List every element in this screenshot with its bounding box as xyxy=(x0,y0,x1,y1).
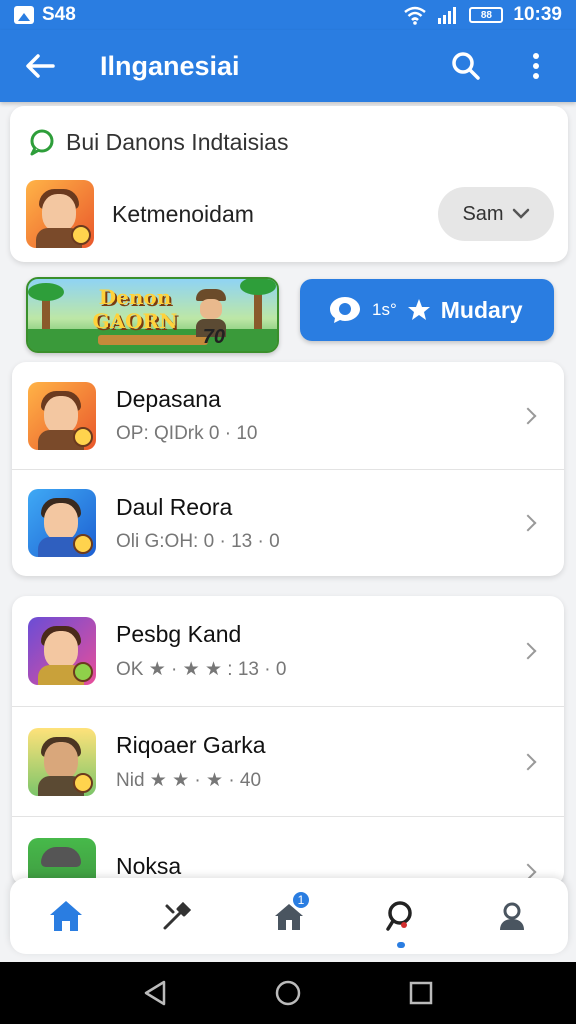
banner-title-line1: Denon xyxy=(98,285,172,309)
mudary-button[interactable]: 1s° Mudary xyxy=(300,279,554,341)
more-options-button[interactable] xyxy=(516,46,556,86)
list-item-subtitle: OP: QIDrk 0 · 10 xyxy=(116,423,258,444)
more-vert-icon xyxy=(533,53,539,79)
list-item-title: Pesbg Kand xyxy=(116,621,242,647)
list-item-subtitle: Oli G:OH: 0 · 13 · 0 xyxy=(116,530,280,552)
featured-header: Bui Danons Indtaisias xyxy=(28,128,288,156)
dropdown-pill[interactable]: Sam xyxy=(438,187,554,241)
magnifier-icon xyxy=(385,901,412,931)
chevron-right-icon xyxy=(519,514,537,532)
status-right: 88 10:39 xyxy=(403,4,562,26)
back-button[interactable] xyxy=(20,46,60,86)
chevron-right-icon xyxy=(519,753,537,770)
list-item-title: Noksa xyxy=(116,853,182,879)
avatar xyxy=(28,489,96,557)
cta-label: Mudary xyxy=(440,296,523,323)
person-icon xyxy=(500,902,525,930)
avatar xyxy=(28,727,96,796)
avatar xyxy=(28,617,96,685)
chevron-down-icon xyxy=(512,208,529,219)
featured-header-text: Bui Danons Indtaisias xyxy=(66,128,289,155)
game-banner[interactable]: Denon GAORN 70 xyxy=(26,277,279,353)
recents-square-icon[interactable] xyxy=(408,980,434,1006)
chevron-right-icon xyxy=(519,407,537,424)
featured-card: Bui Danons Indtaisias Ketmenoidam Sam xyxy=(10,106,568,262)
bottom-nav: 1 xyxy=(10,878,568,954)
search-icon xyxy=(452,52,480,80)
avatar xyxy=(26,180,94,248)
list-item-title: Depasana xyxy=(116,386,221,412)
back-triangle-icon[interactable] xyxy=(142,979,168,1007)
banner-number: 70 xyxy=(202,326,225,348)
home-circle-icon[interactable] xyxy=(273,978,303,1008)
app-bar: Ilnganesiai xyxy=(0,30,576,102)
featured-item-name: Ketmenoidam xyxy=(112,200,254,227)
back-arrow-icon xyxy=(26,54,55,78)
featured-item[interactable]: Ketmenoidam Sam xyxy=(26,178,554,250)
status-bar: S48 88 10:39 xyxy=(0,0,576,30)
search-button[interactable] xyxy=(446,46,486,86)
cta-small-text: 1s° xyxy=(372,300,397,319)
list-item-title: Daul Reora xyxy=(116,493,233,520)
system-nav-bar xyxy=(0,962,576,1024)
nav-profile[interactable] xyxy=(482,886,542,946)
list-item-subtitle: Nid ★ ★ · ★ · 40 xyxy=(116,769,262,791)
list-item[interactable]: Riqoaer Garka Nid ★ ★ · ★ · 40 xyxy=(12,706,564,816)
status-left: S48 xyxy=(14,4,76,26)
status-left-text: S48 xyxy=(42,4,76,25)
wifi-icon xyxy=(404,6,427,25)
list-item[interactable]: Noksa xyxy=(12,816,564,886)
star-icon xyxy=(407,299,430,320)
chat-bubble-icon xyxy=(30,129,54,156)
status-time: 10:39 xyxy=(513,4,562,25)
nav-houses[interactable]: 1 xyxy=(259,886,319,946)
avatar xyxy=(28,381,96,450)
nav-search[interactable] xyxy=(371,886,431,948)
banner-title-line2: GAORN xyxy=(92,309,178,333)
notification-badge: 1 xyxy=(290,890,311,910)
list-item[interactable]: Depasana OP: QIDrk 0 · 10 xyxy=(12,362,564,469)
gallery-icon xyxy=(14,6,34,24)
chevron-right-icon xyxy=(519,642,537,660)
banner-plank xyxy=(98,335,208,345)
nav-tools[interactable] xyxy=(147,886,207,946)
list-item-title: Riqoaer Garka xyxy=(116,731,266,758)
page-title: Ilnganesiai xyxy=(100,50,240,81)
active-indicator xyxy=(396,942,405,948)
list-item[interactable]: Pesbg Kand OK ★ · ★ ★ : 13 · 0 xyxy=(12,596,564,706)
banner-title: Denon GAORN xyxy=(80,285,190,337)
list-item-subtitle: OK ★ · ★ ★ : 13 · 0 xyxy=(116,659,287,680)
game-list-1: Depasana OP: QIDrk 0 · 10 Daul Reora Oli… xyxy=(12,362,564,576)
battery-icon: 88 xyxy=(469,7,504,23)
nav-home[interactable] xyxy=(36,886,96,946)
game-list-2: Pesbg Kand OK ★ · ★ ★ : 13 · 0 Riqoaer G… xyxy=(12,596,564,886)
list-item[interactable]: Daul Reora Oli G:OH: 0 · 13 · 0 xyxy=(12,469,564,576)
dropdown-pill-label: Sam xyxy=(462,202,504,225)
swords-icon xyxy=(163,901,192,930)
chat-icon xyxy=(330,297,360,323)
signal-icon xyxy=(438,7,457,24)
home-icon xyxy=(49,901,82,931)
